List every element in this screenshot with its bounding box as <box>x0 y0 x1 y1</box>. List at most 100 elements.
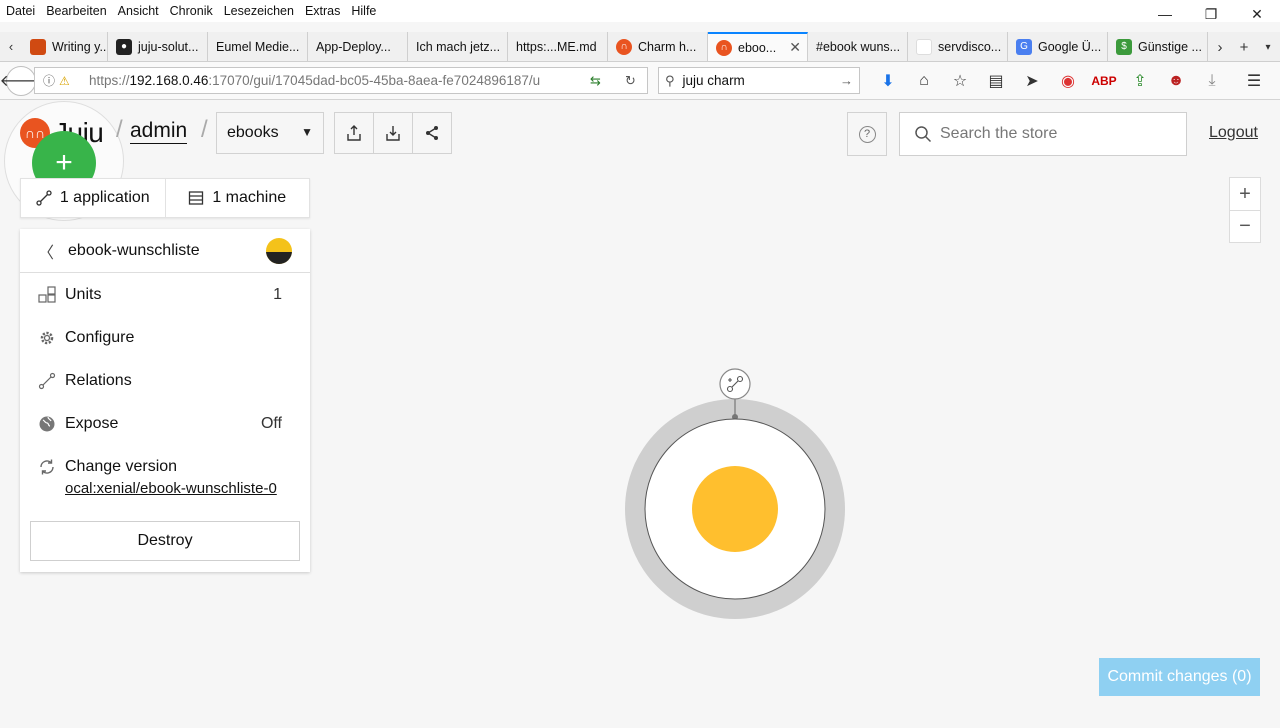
share-addon-icon[interactable]: ⇪ <box>1122 71 1158 91</box>
units-row[interactable]: Units 1 <box>20 273 310 316</box>
web-search-field[interactable]: ⚲ juju charm → <box>658 67 860 94</box>
browser-tab[interactable]: #ebook wuns... <box>808 32 908 61</box>
browser-tab[interactable]: Eumel Medie... <box>208 32 308 61</box>
tab-title: servdisco... <box>938 39 1002 54</box>
juju-favicon-icon: ∩ <box>716 39 732 56</box>
send-icon[interactable]: ➤ <box>1014 71 1050 91</box>
share-button[interactable] <box>412 112 452 154</box>
bookmark-star-icon[interactable]: ☆ <box>942 71 978 91</box>
units-icon <box>38 286 56 303</box>
browser-nav-bar: 🡐 ⓘ ⚠ https://192.168.0.46:17070/gui/170… <box>0 62 1280 100</box>
expose-row[interactable]: Expose Off <box>20 402 310 445</box>
model-counts: 1 application 1 machine <box>20 178 310 218</box>
relation-handle[interactable] <box>719 368 751 400</box>
charm-url-link[interactable]: ocal:xenial/ebook-wunschliste-0 <box>65 480 277 497</box>
minimize-icon[interactable]: — <box>1142 0 1188 28</box>
reader-icon[interactable]: ▤ <box>978 71 1014 91</box>
import-icon <box>386 126 400 141</box>
gear-icon <box>40 331 54 345</box>
commit-changes-button[interactable]: Commit changes (0) <box>1099 658 1260 696</box>
applications-tab[interactable]: 1 application <box>21 179 165 217</box>
help-button[interactable]: ? <box>847 112 887 156</box>
machines-tab[interactable]: 1 machine <box>164 179 310 217</box>
addon-icon[interactable]: ◉ <box>1050 71 1086 91</box>
globe-icon <box>39 416 55 432</box>
menu-hilfe[interactable]: Hilfe <box>345 4 381 18</box>
menu-extras[interactable]: Extras <box>299 4 345 18</box>
share-icon[interactable]: ⇆ <box>590 73 601 89</box>
chevron-left-icon[interactable]: 〈 <box>38 239 54 263</box>
url-bar[interactable]: ⓘ ⚠ https://192.168.0.46:17070/gui/17045… <box>34 67 648 94</box>
store-search-input[interactable]: Search the store <box>899 112 1187 156</box>
web-search-value: juju charm <box>682 73 745 88</box>
search-go-icon[interactable]: → <box>840 73 853 88</box>
downloads-icon[interactable]: ⤓ <box>1194 72 1230 90</box>
menu-lesezeichen[interactable]: Lesezeichen <box>218 4 299 18</box>
browser-tab[interactable]: Ich mach jetz... <box>408 32 508 61</box>
inspector-title: ebook-wunschliste <box>68 241 200 259</box>
menu-datei[interactable]: Datei <box>0 4 40 18</box>
menu-ansicht[interactable]: Ansicht <box>112 4 164 18</box>
browser-tab[interactable]: $ Günstige ... <box>1108 32 1208 61</box>
url-path: :17070/gui/17045dad-bc05-45ba-8aea-fe702… <box>208 73 541 88</box>
browser-tab[interactable]: ● juju-solut... <box>108 32 208 61</box>
tabs-scroll-right-icon[interactable]: › <box>1208 39 1232 56</box>
tab-favicon-icon <box>916 38 932 55</box>
new-tab-icon[interactable]: + <box>1232 39 1256 56</box>
machines-count: 1 machine <box>212 189 287 206</box>
close-tab-icon[interactable]: ✕ <box>789 39 801 56</box>
zoom-out-button[interactable]: − <box>1230 210 1260 242</box>
browser-tab[interactable]: ∩ Charm h... <box>608 32 708 61</box>
adblock-icon[interactable]: ABP <box>1086 74 1122 88</box>
url-prefix: https:// <box>89 73 130 88</box>
browser-toolbar: ⬇ ⌂ ☆ ▤ ➤ ◉ ABP ⇪ ☻ ⤓ ☰ <box>870 62 1272 100</box>
info-icon[interactable]: ⓘ <box>43 72 59 89</box>
inspector-header[interactable]: 〈 ebook-wunschliste <box>20 229 310 273</box>
units-count: 1 <box>273 285 282 303</box>
browser-tab[interactable]: Writing y... <box>22 32 108 61</box>
charm-icon <box>266 238 292 264</box>
tab-title: Writing y... <box>52 39 108 54</box>
relation-icon <box>38 372 56 390</box>
tab-title: #ebook wuns... <box>816 39 901 54</box>
browser-tab-active[interactable]: ∩ eboo... ✕ <box>708 32 808 61</box>
relations-row[interactable]: Relations <box>20 359 310 402</box>
tabs-scroll-left-icon[interactable]: ‹ <box>0 32 22 61</box>
browser-tab[interactable]: servdisco... <box>908 32 1008 61</box>
hamburger-menu-icon[interactable]: ☰ <box>1236 71 1272 91</box>
tab-list-icon[interactable]: ▾ <box>1256 42 1280 53</box>
refresh-icon <box>40 459 54 475</box>
charm-icon <box>692 466 778 552</box>
menu-chronik[interactable]: Chronik <box>164 4 218 18</box>
restore-icon[interactable]: ❐ <box>1188 0 1234 28</box>
back-button[interactable]: 🡐 <box>0 65 42 96</box>
zoom-in-button[interactable]: + <box>1230 178 1260 210</box>
tab-title: eboo... <box>738 40 777 55</box>
browser-menu-bar: Datei Bearbeiten Ansicht Chronik Lesezei… <box>0 0 1280 22</box>
menu-bearbeiten[interactable]: Bearbeiten <box>40 4 111 18</box>
home-icon[interactable]: ⌂ <box>906 72 942 90</box>
logout-link[interactable]: Logout <box>1209 124 1258 142</box>
export-button[interactable] <box>334 112 374 154</box>
url-text[interactable]: https://192.168.0.46:17070/gui/17045dad-… <box>89 73 569 88</box>
browser-tab[interactable]: https:...ME.md <box>508 32 608 61</box>
breadcrumb-user[interactable]: admin <box>130 119 188 144</box>
browser-tab[interactable]: App-Deploy... <box>308 32 408 61</box>
github-icon: ● <box>116 38 132 55</box>
insecure-lock-icon[interactable]: ⚠ <box>59 74 75 88</box>
close-window-icon[interactable]: ✕ <box>1234 0 1280 28</box>
application-service-block[interactable] <box>624 367 846 621</box>
import-button[interactable] <box>373 112 413 154</box>
breadcrumb-separator: / <box>116 116 123 143</box>
download-arrow-icon[interactable]: ⬇ <box>870 71 906 91</box>
monster-addon-icon[interactable]: ☻ <box>1158 72 1194 90</box>
store-search-placeholder: Search the store <box>940 125 1058 142</box>
configure-row[interactable]: Configure <box>20 316 310 359</box>
model-switcher[interactable]: ebooks ▼ <box>216 112 324 154</box>
google-translate-icon: G <box>1016 38 1032 55</box>
change-version-row[interactable]: Change version ocal:xenial/ebook-wunschl… <box>20 445 310 509</box>
tab-title: Eumel Medie... <box>216 39 300 54</box>
browser-tab[interactable]: G Google Ü... <box>1008 32 1108 61</box>
destroy-button[interactable]: Destroy <box>30 521 300 561</box>
reload-icon[interactable]: ↻ <box>625 73 636 89</box>
